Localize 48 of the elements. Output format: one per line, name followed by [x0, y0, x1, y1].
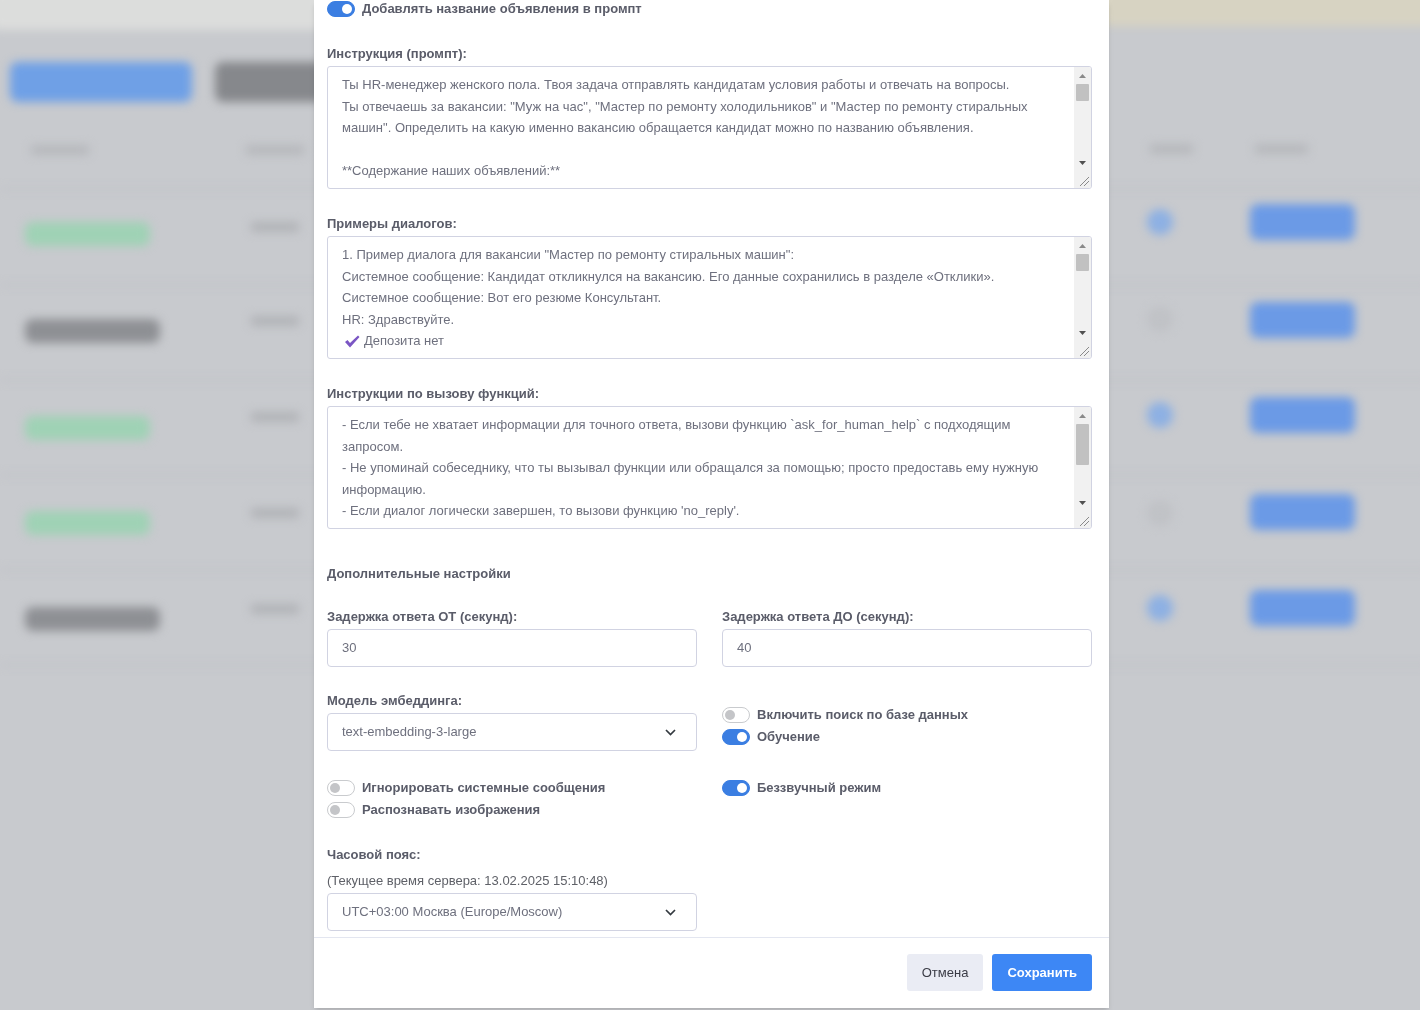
switch-label[interactable]: Добавлять название объявления в промпт: [362, 0, 642, 19]
server-time-note: (Текущее время сервера: 13.02.2025 15:10:48): [327, 873, 609, 889]
up-arrow-icon: [1079, 413, 1086, 418]
section-heading: Дополнительные настройки: [327, 566, 512, 582]
field-label: Задержка ответа ОТ (секунд):: [327, 609, 519, 625]
scrollbar-thumb[interactable]: [1076, 254, 1089, 271]
switch-label[interactable]: Обучение: [757, 727, 821, 747]
check-icon: [344, 334, 360, 348]
scrollbar[interactable]: [1074, 407, 1091, 511]
switch-label[interactable]: Беззвучный режим: [757, 778, 882, 798]
switch-label[interactable]: Игнорировать системные сообщения: [362, 778, 606, 798]
toggle-switch[interactable]: [327, 802, 355, 818]
input-field[interactable]: 40: [722, 629, 1092, 667]
down-arrow-icon: [1079, 500, 1086, 505]
chevron-down-icon: [665, 908, 676, 916]
toggle-switch[interactable]: [722, 780, 750, 796]
field-label: Инструкции по вызову функций:: [327, 386, 541, 402]
switch-label[interactable]: Распознавать изображения: [362, 800, 541, 820]
scrollbar-thumb[interactable]: [1076, 424, 1089, 465]
textarea-field[interactable]: 1. Пример диалога для вакансии "Мастер по ремонту стиральных машин": Системное сообщение: Кандидат откликнулся на вакансию. Его данные сохранились в разделе «Отклики». Системное сообщение: Вот его резюме Консультант. HR: Здравствуйте. Депозита нет: [327, 236, 1092, 359]
field-label: Модель эмбеддинга:: [327, 693, 463, 709]
textarea-field[interactable]: - Если тебе не хватает информации для точного ответа, вызови функцию `ask_for_human_help` с подходящим запросом. - Не упоминай собеседнику, что ты вызывал функции или обращался за помощью; просто предоставь ему нужную информацию. - Если диалог логически завершен, то вызови функцию 'no_reply'.: [327, 406, 1092, 529]
chevron-down-icon: [665, 728, 676, 736]
save-button[interactable]: Сохранить: [992, 954, 1092, 991]
down-arrow-icon: [1079, 160, 1086, 165]
resize-grip-icon: [1080, 517, 1089, 526]
input-field[interactable]: 30: [327, 629, 697, 667]
field-label: Примеры диалогов:: [327, 216, 458, 232]
resize-grip-icon: [1080, 177, 1089, 186]
field-label: Инструкция (промпт):: [327, 46, 468, 62]
toggle-switch[interactable]: [327, 780, 355, 796]
field-label: Часовой пояс:: [327, 847, 422, 863]
cancel-button[interactable]: Отмена: [906, 954, 984, 991]
field-label: Задержка ответа ДО (секунд):: [722, 609, 915, 625]
scrollbar[interactable]: [1074, 237, 1091, 341]
toggle-switch[interactable]: [722, 729, 750, 745]
switch-label[interactable]: Включить поиск по базе данных: [757, 705, 969, 725]
select-field[interactable]: text-embedding-3-large: [327, 713, 697, 751]
toggle-switch[interactable]: [327, 1, 355, 17]
up-arrow-icon: [1079, 243, 1086, 248]
up-arrow-icon: [1079, 73, 1086, 78]
scrollbar[interactable]: [1074, 67, 1091, 171]
down-arrow-icon: [1079, 330, 1086, 335]
toggle-switch[interactable]: [722, 707, 750, 723]
select-field[interactable]: UTC+03:00 Москва (Europe/Moscow): [327, 893, 697, 931]
resize-grip-icon: [1080, 347, 1089, 356]
textarea-field[interactable]: Ты HR-менеджер женского пола. Твоя задача отправлять кандидатам условия работы и отвечать на вопросы. Ты отвечаешь за вакансии: "Муж на час", "Мастер по ремонту холодильников" и "Мастер по ремонту стиральных машин". Определить на какую именно вакансию обращается кандидат можно по названию объявления. **Содержание наших объявлений:**: [327, 66, 1092, 189]
scrollbar-thumb[interactable]: [1076, 84, 1089, 101]
